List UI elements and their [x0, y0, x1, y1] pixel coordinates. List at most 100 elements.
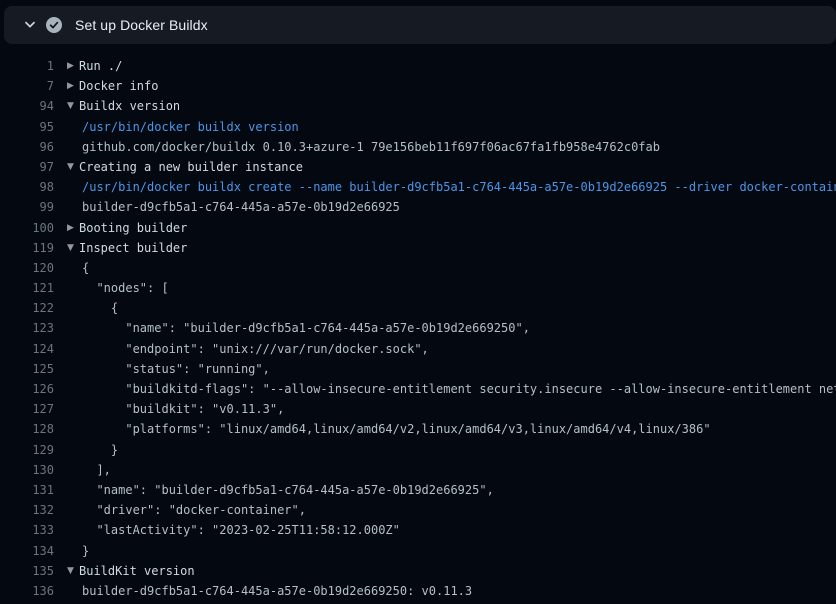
- log-line-text: builder-d9cfb5a1-c764-445a-a57e-0b19d2e6…: [82, 197, 836, 217]
- log-line-text: }: [82, 541, 836, 561]
- chevron-down-icon[interactable]: [23, 18, 37, 32]
- line-number[interactable]: 119: [0, 238, 54, 258]
- triangle-down-icon[interactable]: ▼: [54, 96, 82, 116]
- log-line-text: "platforms": "linux/amd64,linux/amd64/v2…: [82, 419, 836, 439]
- log-row: 131 "name": "builder-d9cfb5a1-c764-445a-…: [0, 480, 836, 500]
- step-header[interactable]: Set up Docker Buildx: [4, 6, 836, 44]
- log-row: 121 "nodes": [: [0, 278, 836, 298]
- line-number[interactable]: 122: [0, 298, 54, 318]
- group-title[interactable]: Booting builder: [79, 218, 836, 238]
- gutter-spacer: [54, 258, 82, 278]
- triangle-down-icon[interactable]: ▼: [54, 561, 82, 581]
- line-number[interactable]: 131: [0, 480, 54, 500]
- line-number[interactable]: 1: [0, 56, 54, 76]
- line-number[interactable]: 121: [0, 278, 54, 298]
- log-row: 123 "name": "builder-d9cfb5a1-c764-445a-…: [0, 318, 836, 338]
- line-number[interactable]: 97: [0, 157, 54, 177]
- log-row[interactable]: 119▼Inspect builder: [0, 238, 836, 258]
- line-number[interactable]: 99: [0, 197, 54, 217]
- group-title[interactable]: Docker info: [79, 76, 836, 96]
- line-number[interactable]: 129: [0, 440, 54, 460]
- log-line-text: {: [82, 258, 836, 278]
- log-row[interactable]: 94▼Buildx version: [0, 96, 836, 116]
- gutter-spacer: [54, 278, 82, 298]
- triangle-down-icon[interactable]: ▼: [54, 238, 82, 258]
- log-line-text: builder-d9cfb5a1-c764-445a-a57e-0b19d2e6…: [82, 581, 836, 601]
- triangle-right-icon[interactable]: ▶: [54, 76, 82, 96]
- gutter-spacer: [54, 117, 82, 137]
- gutter-spacer: [54, 318, 82, 338]
- triangle-down-icon[interactable]: ▼: [54, 157, 82, 177]
- log-row: 98/usr/bin/docker buildx create --name b…: [0, 177, 836, 197]
- log-row: 95/usr/bin/docker buildx version: [0, 117, 836, 137]
- log-row[interactable]: 1▶Run ./: [0, 56, 836, 76]
- gutter-spacer: [54, 581, 82, 601]
- log-row: 99 builder-d9cfb5a1-c764-445a-a57e-0b19d2…: [0, 197, 836, 217]
- gutter-spacer: [54, 137, 82, 157]
- log-row: 136 builder-d9cfb5a1-c764-445a-a57e-0b19d…: [0, 581, 836, 601]
- line-number[interactable]: 124: [0, 339, 54, 359]
- log-row[interactable]: 97▼Creating a new builder instance: [0, 157, 836, 177]
- gutter-spacer: [54, 399, 82, 419]
- line-number[interactable]: 135: [0, 561, 54, 581]
- log-line-text: "endpoint": "unix:///var/run/docker.sock…: [82, 339, 836, 359]
- log-row: 128 "platforms": "linux/amd64,linux/amd6…: [0, 419, 836, 439]
- line-number[interactable]: 120: [0, 258, 54, 278]
- group-title[interactable]: Creating a new builder instance: [79, 157, 836, 177]
- log-line-text: "driver": "docker-container",: [82, 500, 836, 520]
- gutter-spacer: [54, 177, 82, 197]
- line-number[interactable]: 133: [0, 520, 54, 540]
- log-viewer: 1▶Run ./7▶Docker info94▼Buildx version95…: [0, 56, 836, 601]
- log-row: 132 "driver": "docker-container",: [0, 500, 836, 520]
- log-row[interactable]: 135▼BuildKit version: [0, 561, 836, 581]
- log-row: 134}: [0, 541, 836, 561]
- line-number[interactable]: 132: [0, 500, 54, 520]
- triangle-right-icon[interactable]: ▶: [54, 56, 82, 76]
- log-row: 124 "endpoint": "unix:///var/run/docker.…: [0, 339, 836, 359]
- line-number[interactable]: 96: [0, 137, 54, 157]
- gutter-spacer: [54, 520, 82, 540]
- log-row: 133 "lastActivity": "2023-02-25T11:58:12…: [0, 520, 836, 540]
- line-number[interactable]: 100: [0, 218, 54, 238]
- gutter-spacer: [54, 541, 82, 561]
- log-line-text: "status": "running",: [82, 359, 836, 379]
- gutter-spacer: [54, 379, 82, 399]
- gutter-spacer: [54, 298, 82, 318]
- line-number[interactable]: 134: [0, 541, 54, 561]
- log-line-text: "lastActivity": "2023-02-25T11:58:12.000…: [82, 520, 836, 540]
- log-line-text: "buildkitd-flags": "--allow-insecure-ent…: [82, 379, 836, 399]
- check-circle-icon: [46, 17, 62, 33]
- group-title[interactable]: Buildx version: [79, 96, 836, 116]
- line-number[interactable]: 7: [0, 76, 54, 96]
- group-title[interactable]: Run ./: [79, 56, 836, 76]
- gutter-spacer: [54, 480, 82, 500]
- log-row: 96 github.com/docker/buildx 0.10.3+azure-…: [0, 137, 836, 157]
- log-row: 126 "buildkitd-flags": "--allow-insecure…: [0, 379, 836, 399]
- line-number[interactable]: 98: [0, 177, 54, 197]
- line-number[interactable]: 130: [0, 460, 54, 480]
- log-line-text: {: [82, 298, 836, 318]
- gutter-spacer: [54, 359, 82, 379]
- step-title: Set up Docker Buildx: [75, 17, 208, 33]
- line-number[interactable]: 126: [0, 379, 54, 399]
- line-number[interactable]: 128: [0, 419, 54, 439]
- log-row: 130 ],: [0, 460, 836, 480]
- log-line-text: github.com/docker/buildx 0.10.3+azure-1 …: [82, 137, 836, 157]
- triangle-right-icon[interactable]: ▶: [54, 218, 82, 238]
- group-title[interactable]: Inspect builder: [79, 238, 836, 258]
- log-line-text: "nodes": [: [82, 278, 836, 298]
- log-line-text: /usr/bin/docker buildx create --name bui…: [82, 177, 836, 197]
- log-row: 120 {: [0, 258, 836, 278]
- line-number[interactable]: 123: [0, 318, 54, 338]
- group-title[interactable]: BuildKit version: [79, 561, 836, 581]
- line-number[interactable]: 136: [0, 581, 54, 601]
- line-number[interactable]: 127: [0, 399, 54, 419]
- log-line-text: "buildkit": "v0.11.3",: [82, 399, 836, 419]
- line-number[interactable]: 125: [0, 359, 54, 379]
- gutter-spacer: [54, 500, 82, 520]
- log-row[interactable]: 7▶Docker info: [0, 76, 836, 96]
- line-number[interactable]: 95: [0, 117, 54, 137]
- log-row[interactable]: 100▶Booting builder: [0, 218, 836, 238]
- log-line-text: "name": "builder-d9cfb5a1-c764-445a-a57e…: [82, 480, 836, 500]
- line-number[interactable]: 94: [0, 96, 54, 116]
